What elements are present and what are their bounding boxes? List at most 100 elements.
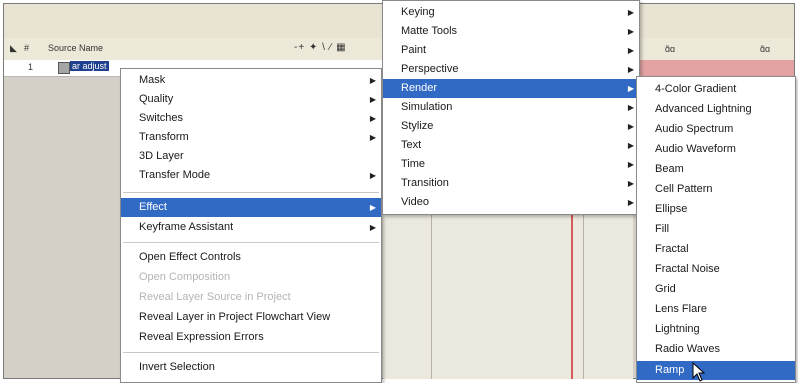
menu-item-keyframe-assistant[interactable]: Keyframe Assistant ▶ [121,218,381,237]
menu-item-audio-spectrum[interactable]: Audio Spectrum [637,120,795,139]
menu-item-label: Paint [401,44,427,56]
source-name-column[interactable]: Source Name [48,43,103,53]
menu-item-3d-layer[interactable]: 3D Layer [121,147,381,166]
submenu-arrow-icon: ▶ [627,103,634,112]
lock-column-icon[interactable]: ◣ [10,43,17,54]
menu-item-label: Mask [139,74,166,86]
menu-item-label: Keyframe Assistant [139,221,234,233]
layer-panel-header: ◣ # Source Name -+ ✦ \ ⁄ ▦ [4,38,382,61]
timeline-gridline [583,215,584,379]
menu-item-label: Advanced Lightning [655,103,752,115]
submenu-arrow-icon: ▶ [369,223,376,232]
menu-item-label: Stylize [401,120,434,132]
submenu-arrow-icon: ▶ [369,171,376,180]
menu-item-label: Reveal Expression Errors [139,331,264,343]
menu-item-reveal-expression-errors[interactable]: Reveal Expression Errors [121,328,381,347]
menu-item-label: 3D Layer [139,150,184,162]
submenu-arrow-icon: ▶ [627,122,634,131]
time-marker-icon[interactable]: ɑ̃ɑ [665,44,675,54]
layer-name[interactable]: ar adjust [70,61,109,71]
menu-item-label: Transition [401,177,449,189]
menu-item-label: Cell Pattern [655,183,713,195]
submenu-arrow-icon: ▶ [369,114,376,123]
menu-item-advanced-lightning[interactable]: Advanced Lightning [637,100,795,119]
submenu-arrow-icon: ▶ [627,46,634,55]
menu-item-transition[interactable]: Transition ▶ [383,174,639,193]
menu-item-render[interactable]: Render ▶ [383,79,639,98]
submenu-arrow-icon: ▶ [369,76,376,85]
menu-item-effect[interactable]: Effect ▶ [121,198,381,217]
current-time-indicator[interactable] [571,215,573,379]
layer-color-icon [58,62,70,74]
layer-index: 1 [28,62,34,72]
submenu-arrow-icon: ▶ [369,203,376,212]
menu-item-label: Fill [655,223,670,235]
menu-item-switches[interactable]: Switches ▶ [121,109,381,128]
menu-item-label: Lens Flare [655,303,707,315]
menu-item-invert-selection[interactable]: Invert Selection [121,358,381,377]
menu-item-label: Quality [139,93,174,105]
menu-item-reveal-in-flowchart[interactable]: Reveal Layer in Project Flowchart View [121,308,381,327]
menu-item-label: Matte Tools [401,25,458,37]
menu-item-audio-waveform[interactable]: Audio Waveform [637,140,795,159]
menu-item-beam[interactable]: Beam [637,160,795,179]
timeline-area[interactable] [383,215,633,379]
menu-item-text[interactable]: Text ▶ [383,136,639,155]
submenu-arrow-icon: ▶ [627,27,634,36]
time-marker-icon[interactable]: ɑ̃ɑ [760,44,770,54]
menu-item-fractal[interactable]: Fractal [637,240,795,259]
render-submenu: 4-Color Gradient Advanced Lightning Audi… [636,76,796,383]
menu-item-label: Keying [401,6,435,18]
menu-item-transfer-mode[interactable]: Transfer Mode ▶ [121,166,381,185]
menu-item-label: Simulation [401,101,453,113]
menu-item-quality[interactable]: Quality ▶ [121,90,381,109]
menu-item-matte-tools[interactable]: Matte Tools ▶ [383,22,639,41]
menu-item-grid[interactable]: Grid [637,280,795,299]
menu-item-video[interactable]: Video ▶ [383,193,639,212]
menu-item-fractal-noise[interactable]: Fractal Noise [637,260,795,279]
menu-item-label: Reveal Layer Source in Project [139,291,291,303]
menu-item-label: Beam [655,163,684,175]
menu-separator [123,242,379,243]
menu-item-label: Open Composition [139,271,231,283]
menu-item-label: Ellipse [655,203,688,215]
layer-switches-icons[interactable]: -+ ✦ \ ⁄ ▦ [294,42,347,53]
menu-item-label: Text [401,139,422,151]
menu-item-label: Grid [655,283,676,295]
menu-item-label: Perspective [401,63,459,75]
menu-item-perspective[interactable]: Perspective ▶ [383,60,639,79]
menu-item-ramp[interactable]: Ramp [637,361,795,380]
menu-item-time[interactable]: Time ▶ [383,155,639,174]
menu-item-ellipse[interactable]: Ellipse [637,200,795,219]
menu-item-lightning[interactable]: Lightning [637,320,795,339]
menu-item-radio-waves[interactable]: Radio Waves [637,340,795,359]
layer-context-menu: Mask ▶ Quality ▶ Switches ▶ Transform ▶ 3D L… [120,68,382,383]
menu-item-stylize[interactable]: Stylize ▶ [383,117,639,136]
menu-item-label: Video [401,196,429,208]
mouse-cursor-icon [692,362,706,382]
menu-item-cell-pattern[interactable]: Cell Pattern [637,180,795,199]
layer-duration-bar[interactable] [640,60,794,76]
menu-item-simulation[interactable]: Simulation ▶ [383,98,639,117]
menu-item-open-effect-controls[interactable]: Open Effect Controls [121,248,381,267]
menu-item-label: Fractal [655,243,689,255]
menu-item-label: Radio Waves [655,343,721,355]
submenu-arrow-icon: ▶ [627,84,634,93]
menu-item-label: Audio Waveform [655,143,736,155]
menu-item-lens-flare[interactable]: Lens Flare [637,300,795,319]
effect-submenu: Keying ▶ Matte Tools ▶ Paint ▶ Perspective ▶… [382,0,640,215]
menu-item-label: Invert Selection [139,361,215,373]
menu-item-label: 4-Color Gradient [655,83,737,95]
menu-separator [123,192,379,193]
menu-item-fill[interactable]: Fill [637,220,795,239]
menu-item-transform[interactable]: Transform ▶ [121,128,381,147]
menu-item-keying[interactable]: Keying ▶ [383,3,639,22]
menu-item-reveal-layer-source: Reveal Layer Source in Project [121,288,381,307]
menu-item-4-color-gradient[interactable]: 4-Color Gradient [637,80,795,99]
menu-item-label: Time [401,158,426,170]
menu-item-paint[interactable]: Paint ▶ [383,41,639,60]
submenu-arrow-icon: ▶ [627,65,634,74]
menu-item-open-composition: Open Composition [121,268,381,287]
menu-item-mask[interactable]: Mask ▶ [121,71,381,90]
menu-item-label: Effect [139,201,167,213]
